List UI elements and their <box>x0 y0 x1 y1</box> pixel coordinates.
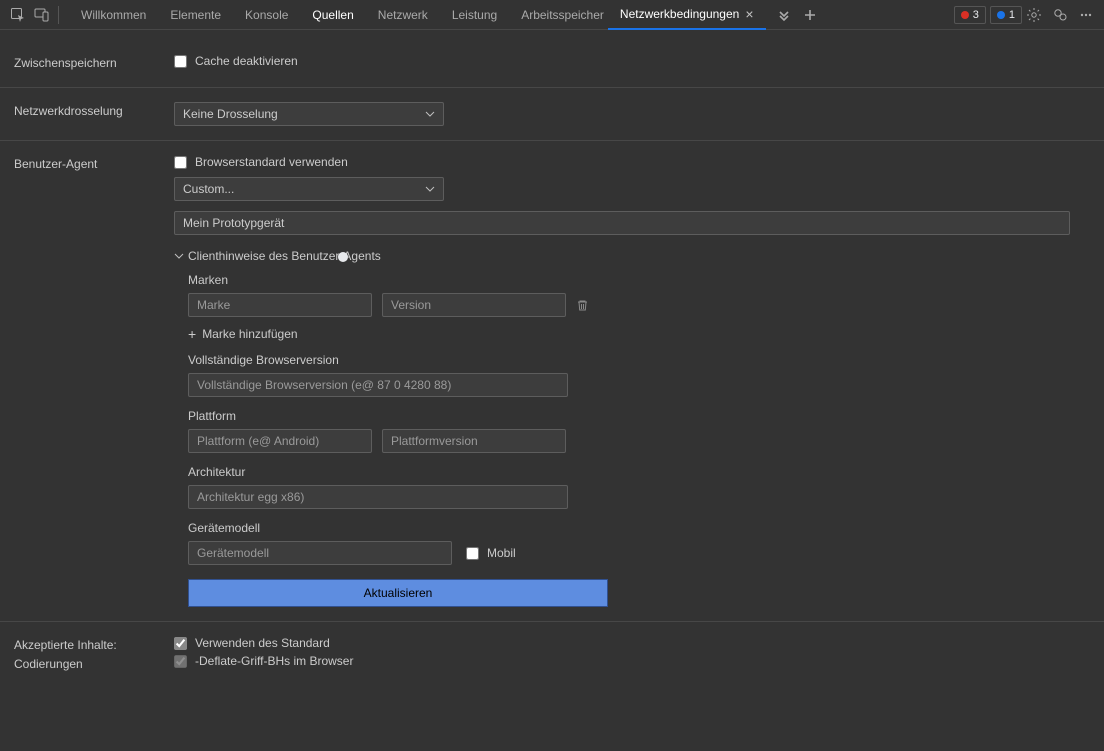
drawer-tab-label: Netzwerkbedingungen <box>620 7 739 21</box>
ua-preset-select[interactable]: Custom... <box>174 177 444 201</box>
encodings-label-line1: Akzeptierte Inhalte: <box>14 636 174 655</box>
ua-preset-selected: Custom... <box>183 182 234 196</box>
section-label-ua: Benutzer-Agent <box>14 155 174 607</box>
chevron-down-icon <box>425 184 435 194</box>
section-label-caching: Zwischenspeichern <box>14 54 174 73</box>
info-count: 1 <box>1009 9 1015 21</box>
status-badges: 3 1 <box>954 6 1022 24</box>
tab-network[interactable]: Netzwerk <box>366 0 440 30</box>
brands-label: Marken <box>188 273 1070 287</box>
encoding-default-checkbox[interactable] <box>174 637 187 650</box>
network-conditions-panel: Zwischenspeichern Cache deaktivieren Net… <box>0 30 1104 751</box>
full-browser-version-label: Vollständige Browserversion <box>188 353 1070 367</box>
plus-icon: + <box>188 327 196 341</box>
main-tabs: Willkommen Elemente Konsole Quellen Netz… <box>69 0 822 30</box>
add-brand-label: Marke hinzufügen <box>202 327 297 341</box>
more-options-icon[interactable] <box>1074 3 1098 27</box>
drawer-tab-network-conditions[interactable]: Netzwerkbedingungen × <box>608 0 766 30</box>
mobile-label: Mobil <box>487 546 516 560</box>
inspect-element-icon[interactable] <box>6 3 30 27</box>
errors-count: 3 <box>973 9 979 21</box>
error-dot-icon <box>961 11 969 19</box>
throttling-selected: Keine Drosselung <box>183 107 278 121</box>
encoding-deflate-checkbox[interactable] <box>174 655 187 668</box>
client-hints-block: Marken + Marke hinzufügen Vollständige B… <box>174 273 1070 607</box>
more-tabs-icon[interactable] <box>772 3 796 27</box>
section-label-throttling: Netzwerkdrosselung <box>14 102 174 126</box>
toolbar-divider <box>58 6 59 24</box>
brand-version-input[interactable] <box>382 293 566 317</box>
mobile-checkbox[interactable] <box>466 547 479 560</box>
tab-sources[interactable]: Quellen <box>300 0 365 30</box>
feedback-icon[interactable] <box>1048 3 1072 27</box>
chevron-down-icon <box>425 109 435 119</box>
device-model-input[interactable] <box>188 541 452 565</box>
errors-badge[interactable]: 3 <box>954 6 986 24</box>
section-throttling: Netzwerkdrosselung Keine Drosselung <box>0 88 1104 141</box>
tab-console[interactable]: Konsole <box>233 0 300 30</box>
custom-ua-input[interactable] <box>174 211 1070 235</box>
architecture-input[interactable] <box>188 485 568 509</box>
brand-input[interactable] <box>188 293 372 317</box>
settings-icon[interactable] <box>1022 3 1046 27</box>
chevron-down-icon <box>174 251 184 261</box>
trash-icon[interactable] <box>576 299 589 312</box>
info-badge[interactable]: 1 <box>990 6 1022 24</box>
devtools-toolbar: Willkommen Elemente Konsole Quellen Netz… <box>0 0 1104 30</box>
client-hints-expander[interactable]: Clienthinweise des Benutzer-Agents <box>174 249 1070 263</box>
device-toggle-icon[interactable] <box>30 3 54 27</box>
encoding-default-label: Verwenden des Standard <box>195 636 330 650</box>
architecture-label: Architektur <box>188 465 1070 479</box>
encoding-deflate-label: -Deflate-Griff-BHs im Browser <box>195 654 353 668</box>
platform-version-input[interactable] <box>382 429 566 453</box>
platform-input[interactable] <box>188 429 372 453</box>
full-browser-version-input[interactable] <box>188 373 568 397</box>
toolbar-right-icons <box>1022 3 1098 27</box>
update-button[interactable]: Aktualisieren <box>188 579 608 607</box>
client-hints-header: Clienthinweise des Benutzer-Agents <box>188 249 381 263</box>
device-model-label: Gerätemodell <box>188 521 1070 535</box>
encodings-label-line2: Codierungen <box>14 655 174 674</box>
add-tab-icon[interactable] <box>798 3 822 27</box>
disable-cache-label: Cache deaktivieren <box>195 54 298 68</box>
section-encodings: Akzeptierte Inhalte: Codierungen Verwend… <box>0 622 1104 688</box>
tab-performance[interactable]: Leistung <box>440 0 509 30</box>
tab-elements[interactable]: Elemente <box>158 0 233 30</box>
disable-cache-checkbox[interactable] <box>174 55 187 68</box>
section-user-agent: Benutzer-Agent Browserstandard verwenden… <box>0 141 1104 622</box>
close-icon[interactable]: × <box>745 6 753 22</box>
use-default-ua-label: Browserstandard verwenden <box>195 155 348 169</box>
tab-welcome[interactable]: Willkommen <box>69 0 158 30</box>
brand-row <box>188 293 1070 317</box>
use-default-ua-checkbox[interactable] <box>174 156 187 169</box>
info-dot-icon <box>997 11 1005 19</box>
tab-memory[interactable]: Arbeitsspeicher <box>509 0 608 30</box>
section-caching: Zwischenspeichern Cache deaktivieren <box>0 40 1104 88</box>
throttling-select[interactable]: Keine Drosselung <box>174 102 444 126</box>
add-brand-button[interactable]: + Marke hinzufügen <box>188 327 298 341</box>
platform-label: Plattform <box>188 409 1070 423</box>
section-label-encodings: Akzeptierte Inhalte: Codierungen <box>14 636 174 674</box>
